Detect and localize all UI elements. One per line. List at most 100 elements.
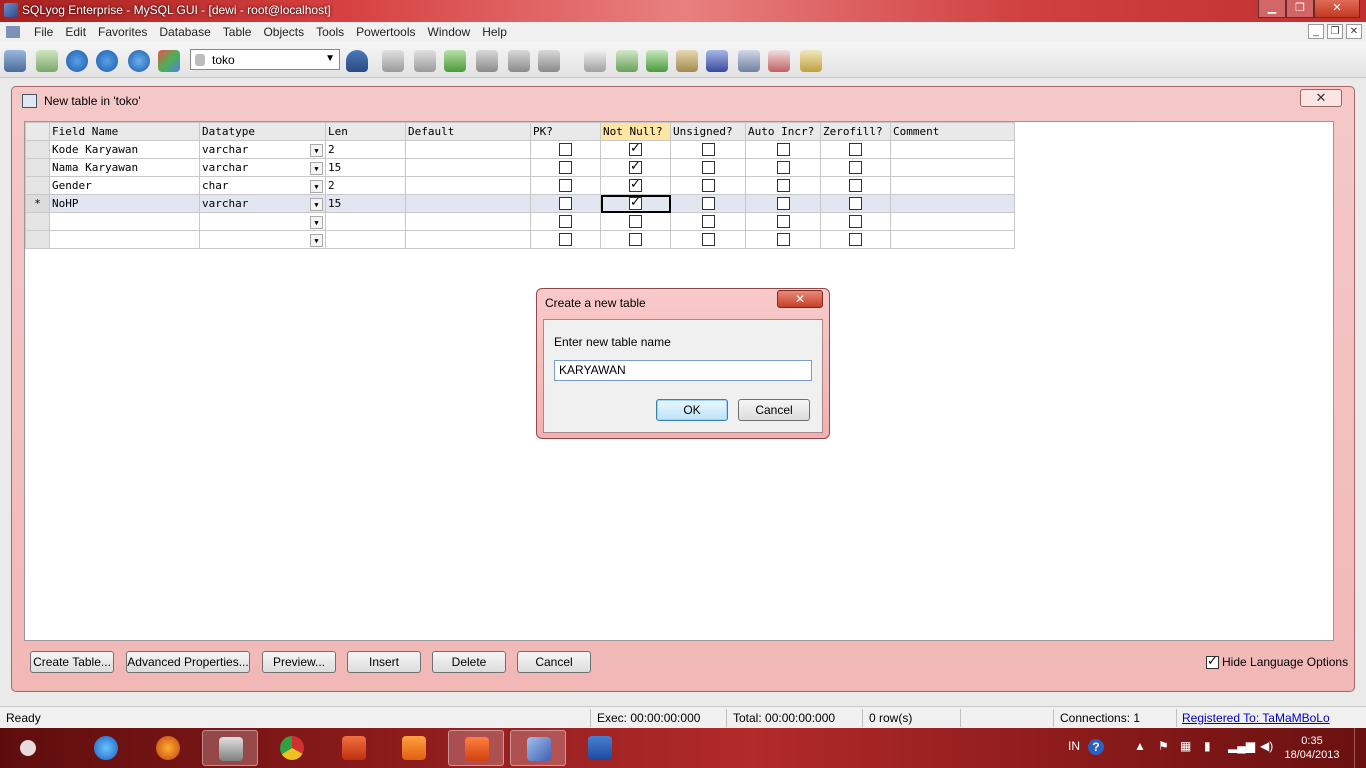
not-null-checkbox-cell[interactable]	[600, 158, 671, 177]
pk-checkbox-cell[interactable]	[530, 158, 601, 177]
hide-language-options[interactable]: Hide Language Options	[1206, 654, 1348, 670]
restore-button[interactable]: ❐	[1286, 0, 1314, 18]
auto-incr-checkbox[interactable]	[776, 215, 790, 229]
field-name-cell[interactable]	[49, 230, 200, 249]
datatype-dropdown-icon[interactable]: ▼	[310, 179, 323, 193]
mdi-restore-button[interactable]: ❐	[1327, 24, 1343, 39]
taskbar-clock[interactable]: 0:35 18/04/2013	[1280, 734, 1344, 762]
not-null-checkbox[interactable]	[629, 159, 642, 175]
row-indicator[interactable]	[25, 176, 50, 195]
auto-incr-checkbox[interactable]	[776, 233, 790, 247]
import-icon[interactable]	[444, 50, 466, 72]
datatype-dropdown-icon[interactable]: ▼	[310, 143, 323, 157]
column-header-field-name[interactable]: Field Name	[49, 122, 200, 141]
battery-icon[interactable]: ▮	[1204, 739, 1211, 753]
auto-incr-checkbox-cell[interactable]	[745, 230, 821, 249]
pk-checkbox[interactable]	[559, 161, 572, 175]
preview-button[interactable]: Preview...	[262, 651, 336, 673]
menu-objects[interactable]: Objects	[257, 25, 310, 39]
pk-checkbox[interactable]	[559, 179, 572, 193]
dialog-cancel-button[interactable]: Cancel	[738, 399, 810, 421]
not-null-checkbox[interactable]	[629, 141, 642, 157]
unsigned-checkbox[interactable]	[701, 179, 715, 193]
backup-icon[interactable]	[616, 50, 638, 72]
unsigned-checkbox[interactable]	[701, 161, 715, 175]
comment-cell[interactable]	[890, 158, 1015, 177]
datatype-dropdown-icon[interactable]: ▼	[310, 215, 323, 229]
connect-icon[interactable]	[4, 50, 26, 72]
len-cell[interactable]: 2	[325, 140, 406, 159]
zerofill-checkbox[interactable]	[849, 143, 862, 157]
unsigned-checkbox-cell[interactable]	[670, 230, 746, 249]
create-database-icon[interactable]	[382, 50, 404, 72]
row-indicator[interactable]	[25, 140, 50, 159]
pk-checkbox-cell[interactable]	[530, 176, 601, 195]
refresh-icon[interactable]	[128, 50, 150, 72]
dialog-close-button[interactable]: ✕	[777, 290, 823, 308]
unsigned-checkbox-cell[interactable]	[670, 176, 746, 195]
taskbar-firefox[interactable]	[140, 730, 196, 766]
comment-cell[interactable]	[890, 140, 1015, 159]
default-cell[interactable]	[405, 140, 531, 159]
menu-favorites[interactable]: Favorites	[92, 25, 153, 39]
len-cell[interactable]	[325, 212, 406, 231]
table-data-icon[interactable]	[476, 50, 498, 72]
minimize-button[interactable]: ▁	[1258, 0, 1286, 18]
color-icon[interactable]	[158, 50, 180, 72]
row-indicator[interactable]: *	[25, 194, 50, 213]
taskbar-powerpoint[interactable]	[326, 730, 382, 766]
unsigned-checkbox[interactable]	[701, 233, 715, 247]
zerofill-checkbox-cell[interactable]	[820, 194, 891, 213]
zerofill-checkbox-cell[interactable]	[820, 158, 891, 177]
start-button[interactable]	[0, 730, 56, 766]
mdi-child-icon[interactable]	[6, 26, 20, 38]
execute-all-icon[interactable]	[96, 50, 118, 72]
menu-table[interactable]: Table	[217, 25, 258, 39]
row-indicator[interactable]	[25, 158, 50, 177]
table-row[interactable]: Kode Karyawan varchar ▼ 2	[25, 140, 1015, 159]
execute-query-icon[interactable]	[66, 50, 88, 72]
len-cell[interactable]: 15	[325, 194, 406, 213]
not-null-checkbox-cell[interactable]	[600, 176, 671, 195]
column-header-pk[interactable]: PK?	[530, 122, 601, 141]
taskbar-chrome[interactable]	[264, 730, 320, 766]
field-name-cell[interactable]: Gender	[49, 176, 200, 195]
scheduler-icon[interactable]	[676, 50, 698, 72]
datatype-cell[interactable]: varchar ▼	[199, 140, 326, 159]
menu-window[interactable]: Window	[422, 25, 477, 39]
pk-checkbox-cell[interactable]	[530, 194, 601, 213]
default-cell[interactable]	[405, 176, 531, 195]
auto-incr-checkbox-cell[interactable]	[745, 176, 821, 195]
field-name-cell[interactable]: NoHP	[49, 194, 200, 213]
taskbar-internet-explorer[interactable]	[78, 730, 134, 766]
zerofill-checkbox-cell[interactable]	[820, 212, 891, 231]
comment-cell[interactable]	[890, 230, 1015, 249]
datatype-cell[interactable]: varchar ▼	[199, 194, 326, 213]
pk-checkbox[interactable]	[559, 233, 572, 247]
mdi-minimize-button[interactable]: _	[1308, 24, 1324, 39]
column-header-default[interactable]: Default	[405, 122, 531, 141]
default-cell[interactable]	[405, 158, 531, 177]
data-sync-icon[interactable]	[646, 50, 668, 72]
datatype-cell[interactable]: char ▼	[199, 176, 326, 195]
menu-tools[interactable]: Tools	[310, 25, 350, 39]
create-table-button[interactable]: Create Table...	[30, 651, 114, 673]
comment-cell[interactable]	[890, 194, 1015, 213]
migration-icon[interactable]	[706, 50, 728, 72]
zerofill-checkbox[interactable]	[849, 179, 862, 193]
field-name-cell[interactable]: Kode Karyawan	[49, 140, 200, 159]
column-header-len[interactable]: Len	[325, 122, 406, 141]
zerofill-checkbox[interactable]	[849, 215, 862, 229]
column-header-comment[interactable]: Comment	[890, 122, 1015, 141]
auto-incr-checkbox[interactable]	[776, 161, 790, 175]
taskbar-xampp[interactable]	[448, 730, 504, 766]
column-header-unsigned[interactable]: Unsigned?	[670, 122, 746, 141]
comment-cell[interactable]	[890, 212, 1015, 231]
pk-checkbox[interactable]	[559, 143, 572, 157]
auto-incr-checkbox-cell[interactable]	[745, 140, 821, 159]
column-header-datatype[interactable]: Datatype	[199, 122, 326, 141]
registered-to-link[interactable]: Registered To: TaMaMBoLo	[1182, 711, 1330, 725]
not-null-checkbox-cell[interactable]	[600, 140, 671, 159]
unsigned-checkbox[interactable]	[701, 143, 715, 157]
default-cell[interactable]	[405, 194, 531, 213]
